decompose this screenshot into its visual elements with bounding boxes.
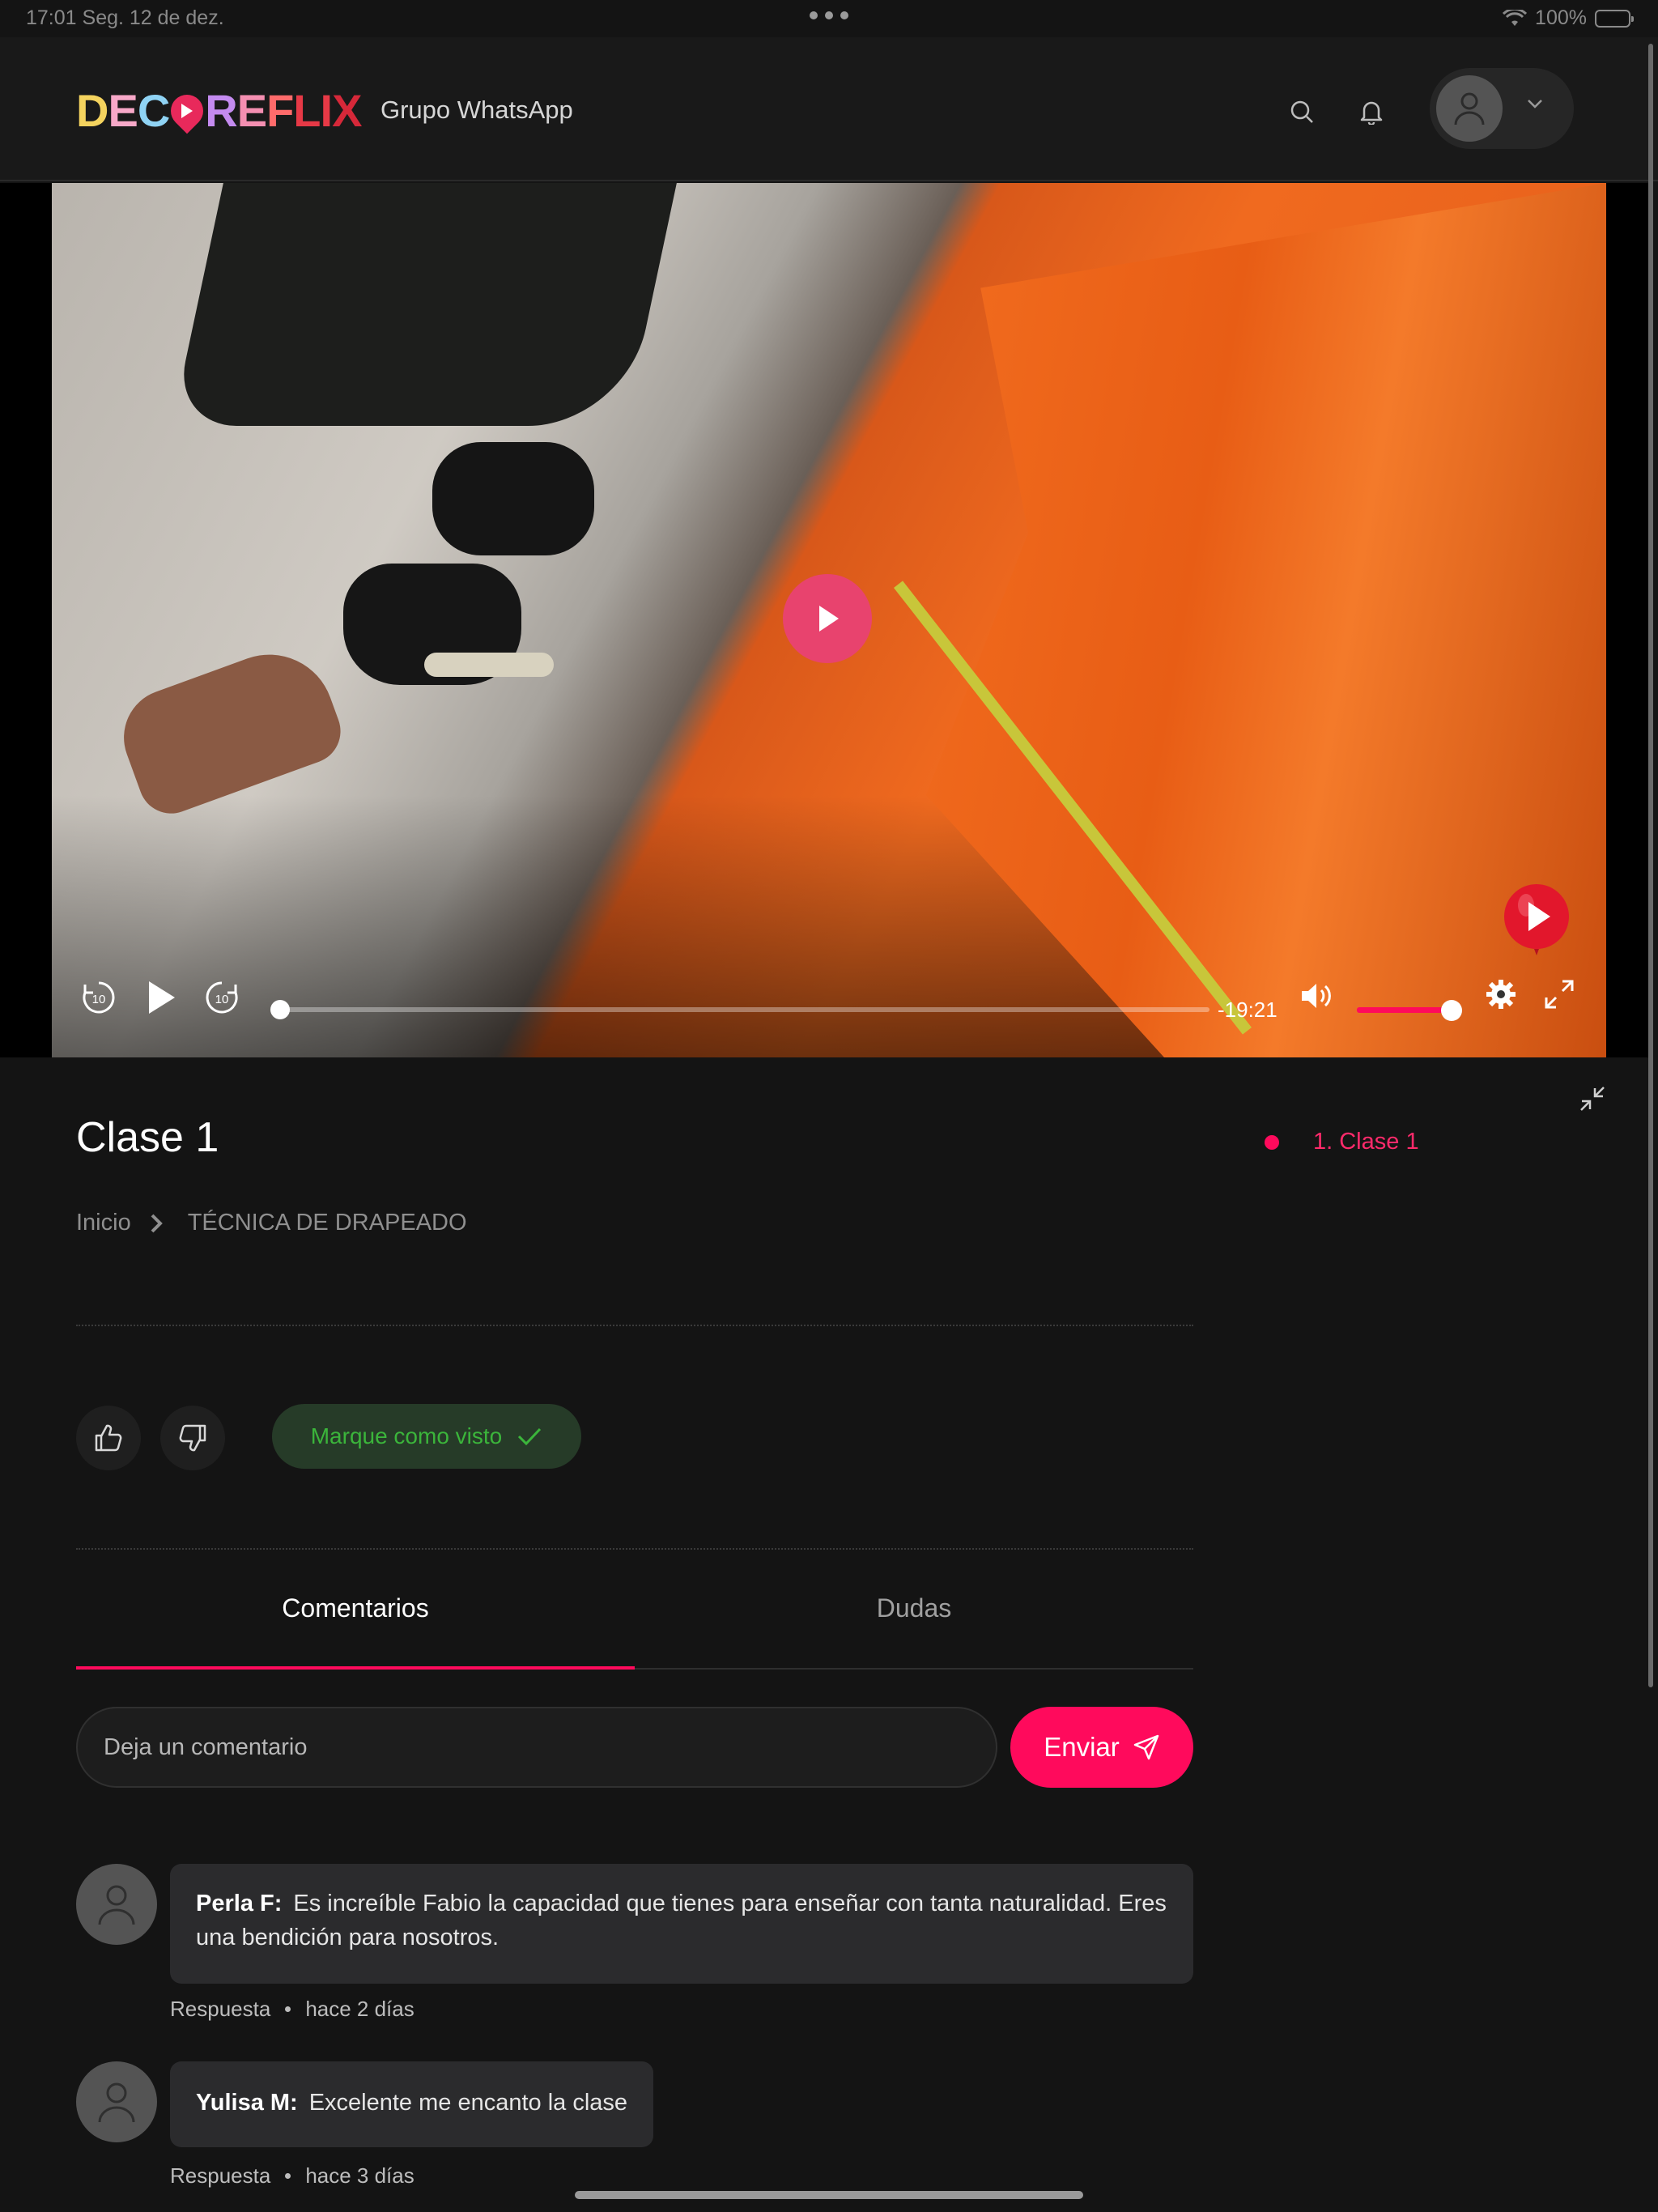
status-right: 100%: [1503, 6, 1634, 30]
video-frame[interactable]: 10 10 -19:21: [52, 183, 1606, 1057]
commenter-avatar-icon: [76, 1864, 157, 1945]
hand-shape: [110, 636, 350, 823]
fullscreen-icon: [1545, 980, 1574, 1009]
person-legs-shape: [172, 183, 677, 426]
comment-text: Excelente me encanto la clase: [308, 2090, 628, 2116]
shoe-sole-shape: [424, 653, 554, 677]
comment-meta: Respuesta hace 2 días: [170, 1997, 414, 2022]
comment-bubble: Perla F: Es increíble Fabio la capacidad …: [170, 1864, 1193, 1984]
check-icon: [518, 1427, 542, 1446]
logo-pin-icon: [164, 87, 210, 134]
status-bar: 17:01 Seg. 12 de dez. 100%: [0, 0, 1658, 37]
svg-text:10: 10: [215, 993, 229, 1006]
comment-item: Yulisa M: Excelente me encanto la clase R…: [76, 2061, 1193, 2188]
big-play-button[interactable]: [783, 574, 872, 663]
current-lesson-dot: [1265, 1134, 1279, 1150]
rewind-10-button[interactable]: 10: [79, 978, 118, 1017]
mark-watched-label: Marque como visto: [310, 1423, 503, 1448]
lesson-title: Clase 1: [76, 1114, 219, 1161]
wifi-icon: [1503, 9, 1528, 26]
like-button[interactable]: [76, 1406, 141, 1470]
balloon-watermark-icon: [1504, 884, 1569, 955]
reply-link[interactable]: Respuesta: [170, 1997, 270, 2022]
volume-button[interactable]: [1299, 978, 1334, 1014]
send-label: Enviar: [1044, 1732, 1120, 1762]
fullscreen-button[interactable]: [1543, 978, 1575, 1010]
comment-item: Perla F: Es increíble Fabio la capacidad …: [76, 1864, 1193, 2026]
send-button[interactable]: Enviar: [1010, 1707, 1193, 1788]
nav-whatsapp-group[interactable]: Grupo WhatsApp: [380, 96, 573, 125]
settings-button[interactable]: [1485, 978, 1517, 1010]
play-icon: [819, 606, 839, 632]
send-icon: [1133, 1734, 1159, 1760]
comment-time: hace 2 días: [305, 1997, 414, 2021]
volume-icon: [1302, 984, 1331, 1008]
progress-thumb[interactable]: [270, 1000, 290, 1019]
breadcrumb-home[interactable]: Inicio: [76, 1210, 131, 1236]
active-tab-indicator: [76, 1666, 635, 1670]
forward-10-button[interactable]: 10: [202, 978, 241, 1017]
status-time: 17:01 Seg. 12 de dez.: [26, 6, 224, 29]
decoreflix-logo[interactable]: DECREFLIX: [76, 84, 362, 137]
battery-icon: [1595, 9, 1634, 28]
comment-author: Yulisa M:: [196, 2090, 298, 2116]
multitasking-dots[interactable]: [810, 11, 848, 19]
progress-bar[interactable]: [277, 1007, 1209, 1012]
right-shoe-shape: [432, 442, 594, 555]
tab-comentarios[interactable]: Comentarios: [76, 1593, 635, 1623]
chevron-right-icon: [149, 1213, 164, 1234]
thumbs-up-icon: [95, 1424, 122, 1452]
comment-bubble: Yulisa M: Excelente me encanto la clase: [170, 2061, 654, 2147]
user-menu-button[interactable]: [1430, 68, 1574, 149]
play-icon: [149, 981, 175, 1014]
search-icon[interactable]: [1284, 94, 1320, 130]
top-header: DECREFLIX Grupo WhatsApp: [0, 37, 1658, 181]
collapse-icon[interactable]: [1579, 1085, 1606, 1117]
thumbs-down-icon: [179, 1424, 206, 1452]
page-scrollbar[interactable]: [1648, 44, 1653, 1687]
playlist-item[interactable]: 1. Clase 1: [1265, 1129, 1419, 1155]
play-button[interactable]: [142, 978, 178, 1017]
tab-dudas[interactable]: Dudas: [635, 1593, 1193, 1623]
reply-link[interactable]: Respuesta: [170, 2163, 270, 2189]
divider: [76, 1548, 1193, 1550]
chevron-down-icon: [1528, 100, 1542, 108]
playlist-item-label: 1. Clase 1: [1313, 1129, 1419, 1155]
breadcrumb: Inicio TÉCNICA DE DRAPEADO: [76, 1210, 467, 1236]
forward-10-icon: 10: [206, 981, 238, 1014]
commenter-avatar-icon: [76, 2061, 157, 2142]
dislike-button[interactable]: [160, 1406, 225, 1470]
comment-input[interactable]: Deja un comentario: [76, 1707, 997, 1788]
volume-slider[interactable]: [1357, 1007, 1451, 1013]
user-avatar-icon: [1436, 75, 1503, 142]
comment-placeholder: Deja un comentario: [104, 1733, 308, 1760]
bell-icon[interactable]: [1354, 94, 1389, 130]
comment-author: Perla F:: [196, 1891, 283, 1916]
video-controls: 10 10 -19:21: [52, 960, 1606, 1057]
breadcrumb-course[interactable]: TÉCNICA DE DRAPEADO: [188, 1210, 467, 1236]
gear-icon: [1486, 980, 1516, 1009]
comment-text: Es increíble Fabio la capacidad que tien…: [196, 1891, 1167, 1950]
time-remaining: -19:21: [1218, 998, 1278, 1022]
video-player: 10 10 -19:21: [0, 183, 1648, 1057]
svg-text:10: 10: [92, 993, 106, 1006]
rewind-10-icon: 10: [83, 981, 115, 1014]
battery-percent: 100%: [1535, 6, 1587, 29]
comment-tabs: Comentarios Dudas: [76, 1579, 1193, 1670]
comment-meta: Respuesta hace 3 días: [170, 2163, 414, 2189]
volume-thumb[interactable]: [1441, 1000, 1462, 1021]
home-indicator[interactable]: [575, 2191, 1083, 2199]
divider: [76, 1325, 1193, 1326]
mark-watched-button[interactable]: Marque como visto: [272, 1404, 581, 1469]
comment-time: hace 3 días: [305, 2163, 414, 2188]
